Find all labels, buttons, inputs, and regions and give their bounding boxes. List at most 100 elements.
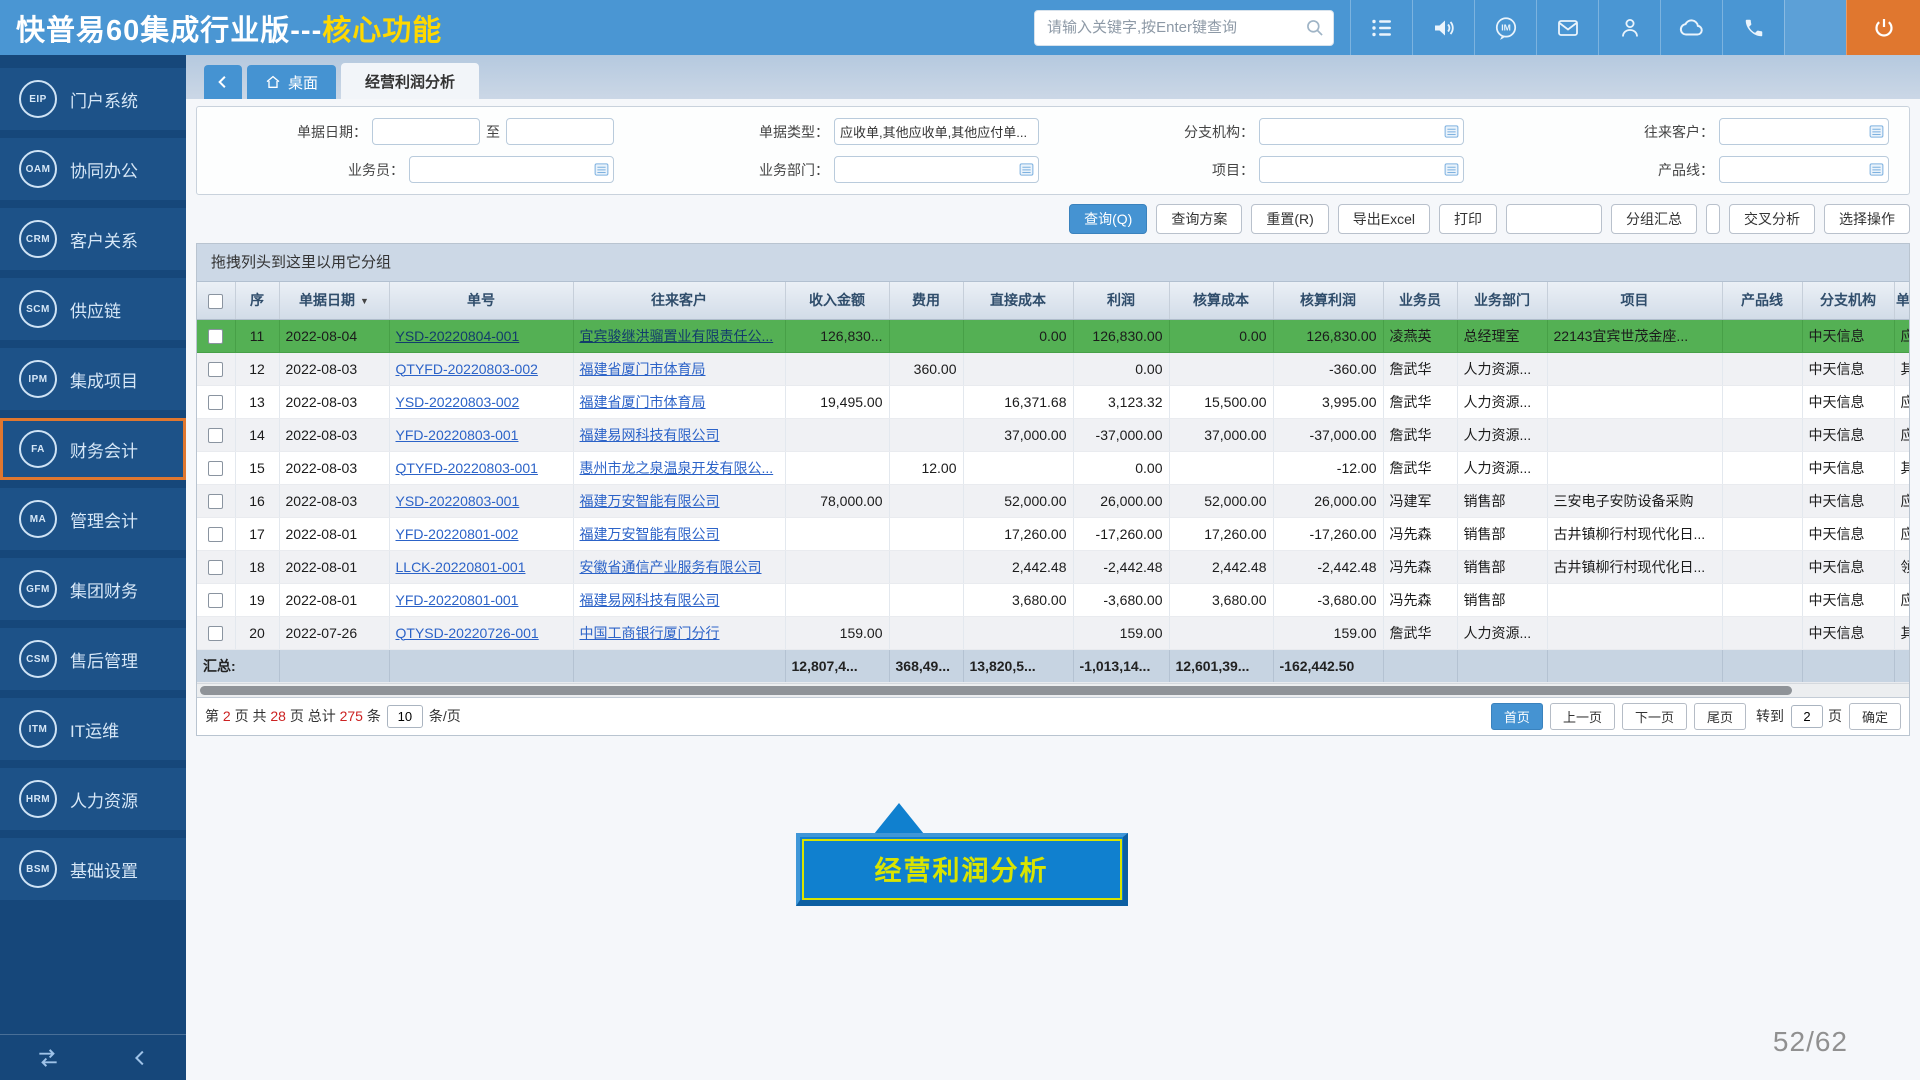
customer-link[interactable]: 福建省厦门市体育局 xyxy=(580,361,706,377)
first-page-button[interactable]: 首页 xyxy=(1491,703,1543,730)
tab-back-button[interactable] xyxy=(204,65,242,99)
product-line-lookup-icon[interactable] xyxy=(1869,162,1884,177)
cloud-icon[interactable] xyxy=(1660,0,1722,55)
col-doc-date[interactable]: 单据日期▼ xyxy=(279,282,389,319)
col-customer[interactable]: 往来客户 xyxy=(573,282,785,319)
mail-icon[interactable] xyxy=(1536,0,1598,55)
phone-icon[interactable] xyxy=(1722,0,1784,55)
customer-link[interactable]: 福建省厦门市体育局 xyxy=(580,394,706,410)
export-excel-button[interactable]: 导出Excel xyxy=(1338,204,1430,234)
table-row[interactable]: 18 2022-08-01 LLCK-20220801-001 安徽省通信产业服… xyxy=(197,550,1909,583)
customer-link[interactable]: 惠州市龙之泉温泉开发有限公... xyxy=(580,460,774,476)
col-income[interactable]: 收入金额 xyxy=(785,282,889,319)
doc-no-link[interactable]: QTYFD-20220803-001 xyxy=(396,460,538,476)
doc-no-link[interactable]: LLCK-20220801-001 xyxy=(396,559,526,575)
row-checkbox[interactable] xyxy=(208,626,223,641)
reset-button[interactable]: 重置(R) xyxy=(1251,204,1328,234)
sidebar-item[interactable]: CRM 客户关系 xyxy=(0,208,186,270)
product-line-input[interactable] xyxy=(1719,156,1889,183)
dept-lookup-icon[interactable] xyxy=(1019,162,1034,177)
table-row[interactable]: 12 2022-08-03 QTYFD-20220803-002 福建省厦门市体… xyxy=(197,352,1909,385)
table-row[interactable]: 13 2022-08-03 YSD-20220803-002 福建省厦门市体育局… xyxy=(197,385,1909,418)
row-checkbox[interactable] xyxy=(208,593,223,608)
customer-link[interactable]: 福建易网科技有限公司 xyxy=(580,427,720,443)
row-checkbox[interactable] xyxy=(208,362,223,377)
cross-analysis-button[interactable]: 交叉分析 xyxy=(1729,204,1815,234)
power-icon[interactable] xyxy=(1846,0,1920,55)
doc-date-from-input[interactable] xyxy=(372,118,480,145)
doc-date-to-input[interactable] xyxy=(506,118,614,145)
col-dept[interactable]: 业务部门 xyxy=(1457,282,1547,319)
branch-input[interactable] xyxy=(1259,118,1464,145)
doc-no-link[interactable]: QTYSD-20220726-001 xyxy=(396,625,539,641)
customer-link[interactable]: 福建万安智能有限公司 xyxy=(580,493,720,509)
sidebar-item[interactable]: MA 管理会计 xyxy=(0,488,186,550)
select-all-header[interactable] xyxy=(197,282,235,319)
blank-button[interactable] xyxy=(1506,204,1602,234)
sidebar-item[interactable]: BSM 基础设置 xyxy=(0,838,186,900)
doc-no-link[interactable]: YSD-20220804-001 xyxy=(396,328,520,344)
row-checkbox[interactable] xyxy=(208,527,223,542)
page-size-input[interactable] xyxy=(387,705,423,728)
doc-no-link[interactable]: YFD-20220801-002 xyxy=(396,526,519,542)
confirm-goto-button[interactable]: 确定 xyxy=(1849,703,1901,730)
col-doc-type[interactable]: 单据类型 xyxy=(1894,282,1909,319)
customer-link[interactable]: 中国工商银行厦门分行 xyxy=(580,625,720,641)
table-row[interactable]: 19 2022-08-01 YFD-20220801-001 福建易网科技有限公… xyxy=(197,583,1909,616)
row-checkbox[interactable] xyxy=(208,494,223,509)
sidebar-item[interactable]: HRM 人力资源 xyxy=(0,768,186,830)
sidebar-item[interactable]: IPM 集成项目 xyxy=(0,348,186,410)
customer-link[interactable]: 福建易网科技有限公司 xyxy=(580,592,720,608)
blank-narrow-button[interactable] xyxy=(1706,204,1720,234)
dept-input[interactable] xyxy=(834,156,1039,183)
project-input[interactable] xyxy=(1259,156,1464,183)
branch-lookup-icon[interactable] xyxy=(1444,124,1459,139)
sidebar-item[interactable]: EIP 门户系统 xyxy=(0,68,186,130)
col-product-line[interactable]: 产品线 xyxy=(1722,282,1802,319)
print-button[interactable]: 打印 xyxy=(1439,204,1497,234)
prev-page-button[interactable]: 上一页 xyxy=(1550,703,1615,730)
search-input[interactable] xyxy=(1047,19,1305,36)
im-icon[interactable]: IM xyxy=(1474,0,1536,55)
doc-no-link[interactable]: YSD-20220803-002 xyxy=(396,394,520,410)
menu-list-icon[interactable] xyxy=(1350,0,1412,55)
salesman-lookup-icon[interactable] xyxy=(594,162,609,177)
sidebar-item[interactable]: GFM 集团财务 xyxy=(0,558,186,620)
doc-type-input[interactable] xyxy=(834,118,1039,145)
col-acct-profit[interactable]: 核算利润 xyxy=(1273,282,1383,319)
search-icon[interactable] xyxy=(1305,18,1325,38)
col-salesman[interactable]: 业务员 xyxy=(1383,282,1457,319)
col-branch[interactable]: 分支机构 xyxy=(1802,282,1894,319)
select-all-checkbox[interactable] xyxy=(208,294,223,309)
col-acct-cost[interactable]: 核算成本 xyxy=(1169,282,1273,319)
row-checkbox[interactable] xyxy=(208,395,223,410)
table-row[interactable]: 17 2022-08-01 YFD-20220801-002 福建万安智能有限公… xyxy=(197,517,1909,550)
customer-link[interactable]: 福建万安智能有限公司 xyxy=(580,526,720,542)
goto-page-input[interactable] xyxy=(1791,705,1823,728)
col-project[interactable]: 项目 xyxy=(1547,282,1722,319)
horizontal-scrollbar[interactable] xyxy=(197,683,1909,697)
select-operation-button[interactable]: 选择操作 xyxy=(1824,204,1910,234)
sidebar-item[interactable]: FA 财务会计 xyxy=(0,418,186,480)
query-plan-button[interactable]: 查询方案 xyxy=(1156,204,1242,234)
table-row[interactable]: 20 2022-07-26 QTYSD-20220726-001 中国工商银行厦… xyxy=(197,616,1909,649)
col-profit[interactable]: 利润 xyxy=(1073,282,1169,319)
row-checkbox[interactable] xyxy=(208,329,223,344)
group-by-bar[interactable]: 拖拽列头到这里以用它分组 xyxy=(197,244,1909,282)
sidebar-item[interactable]: ITM IT运维 xyxy=(0,698,186,760)
row-checkbox[interactable] xyxy=(208,560,223,575)
row-checkbox[interactable] xyxy=(208,428,223,443)
last-page-button[interactable]: 尾页 xyxy=(1694,703,1746,730)
table-row[interactable]: 11 2022-08-04 YSD-20220804-001 宜宾骏继洪骝置业有… xyxy=(197,319,1909,352)
swap-arrows-icon[interactable] xyxy=(35,1045,61,1071)
sidebar-item[interactable]: SCM 供应链 xyxy=(0,278,186,340)
customer-lookup-icon[interactable] xyxy=(1869,124,1884,139)
tab-desktop[interactable]: 桌面 xyxy=(247,65,336,99)
next-page-button[interactable]: 下一页 xyxy=(1622,703,1687,730)
row-checkbox[interactable] xyxy=(208,461,223,476)
collapse-sidebar-icon[interactable] xyxy=(130,1047,152,1069)
user-icon[interactable] xyxy=(1598,0,1660,55)
table-row[interactable]: 15 2022-08-03 QTYFD-20220803-001 惠州市龙之泉温… xyxy=(197,451,1909,484)
scrollbar-thumb[interactable] xyxy=(200,686,1792,695)
sidebar-item[interactable]: OAM 协同办公 xyxy=(0,138,186,200)
